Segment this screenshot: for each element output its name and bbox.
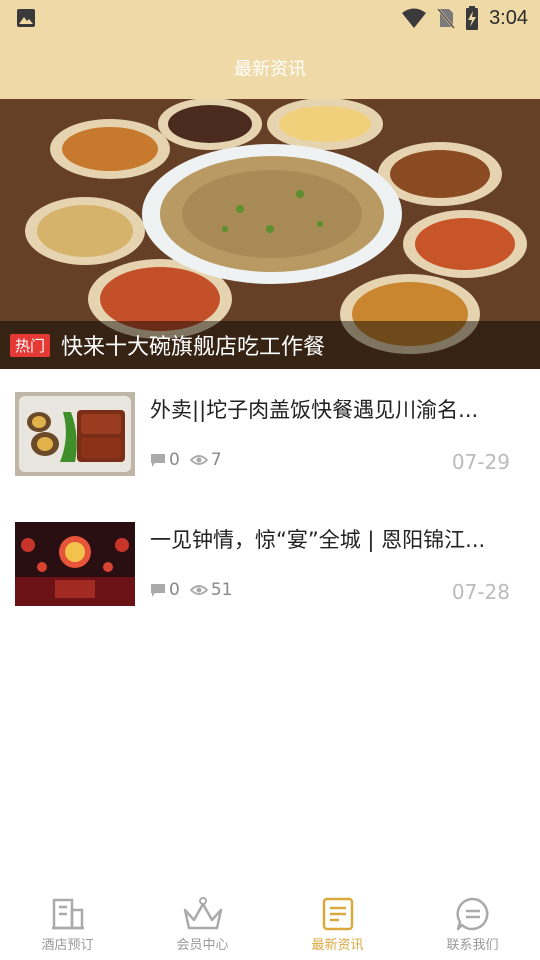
no-sim-icon	[437, 8, 456, 29]
featured-banner[interactable]: 热门 快来十大碗旗舰店吃工作餐	[0, 99, 540, 369]
news-thumbnail-image	[15, 522, 135, 606]
news-thumbnail	[15, 522, 135, 606]
view-count: 7	[210, 450, 222, 470]
news-title: 一见钟情，惊“宴”全城 | 恩阳锦江...	[150, 528, 486, 552]
comment-icon	[151, 583, 165, 597]
crown-icon	[183, 897, 222, 930]
news-title: 外卖||坨子肉盖饭快餐遇见川渝名...	[150, 398, 479, 422]
tab-label: 联系我们	[446, 938, 499, 953]
building-icon	[51, 898, 84, 930]
comment-count: 0	[169, 450, 180, 470]
news-thumbnail-image	[15, 392, 135, 476]
news-list-item[interactable]: 一见钟情，惊“宴”全城 | 恩阳锦江... 0 51 07-28	[0, 522, 540, 652]
banner-caption: 热门 快来十大碗旗舰店吃工作餐	[0, 321, 540, 369]
comment-icon	[151, 453, 165, 467]
chat-icon	[455, 897, 488, 931]
tab-label: 最新资讯	[311, 938, 364, 953]
news-list-item[interactable]: 外卖||坨子肉盖饭快餐遇见川渝名... 0 7 07-29	[0, 392, 540, 522]
news-meta: 0 7	[150, 450, 232, 470]
eye-icon	[189, 455, 208, 465]
view-count: 51	[210, 580, 233, 600]
status-bar: 3:04	[0, 0, 540, 36]
banner-title: 快来十大碗旗舰店吃工作餐	[61, 335, 326, 360]
news-date: 07-29	[451, 450, 510, 474]
image-notification-icon	[17, 9, 35, 27]
tab-contact-us[interactable]: 联系我们	[405, 888, 540, 960]
eye-icon	[189, 585, 208, 595]
news-thumbnail	[15, 392, 135, 476]
tab-label: 酒店预订	[41, 938, 94, 953]
news-doc-icon	[322, 897, 353, 931]
tab-hotel-booking[interactable]: 酒店预订	[0, 888, 135, 960]
comment-count: 0	[169, 580, 180, 600]
page-title: 最新资讯	[234, 58, 306, 80]
wifi-icon	[402, 8, 427, 28]
tab-member-center[interactable]: 会员中心	[135, 888, 270, 960]
tab-latest-news[interactable]: 最新资讯	[270, 888, 405, 960]
bottom-tab-bar: 酒店预订 会员中心 最新资讯 联系我们	[0, 888, 540, 960]
news-date: 07-28	[451, 580, 510, 604]
news-meta: 0 51	[150, 580, 242, 600]
clock-time: 3:04	[489, 6, 528, 29]
top-navigation-bar: 最新资讯	[0, 36, 540, 99]
hot-badge: 热门	[10, 333, 51, 357]
tab-label: 会员中心	[176, 938, 229, 953]
battery-charging-icon	[466, 6, 479, 30]
